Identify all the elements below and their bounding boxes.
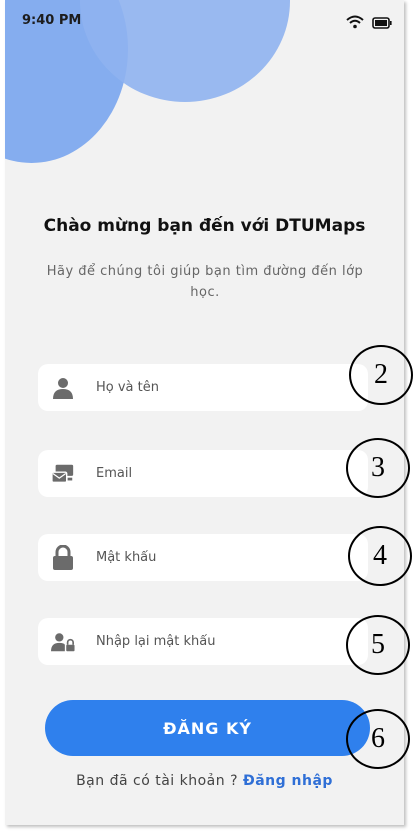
password-input[interactable] [94, 549, 318, 566]
user-lock-icon [51, 630, 75, 654]
login-prompt: Bạn đã có tài khoản ? Đăng nhập [5, 773, 404, 789]
phone-screen: 9:40 PM Chào mừng bạn đến với DTUMaps Hã… [5, 0, 404, 825]
email-input[interactable] [94, 465, 318, 482]
register-button[interactable]: ĐĂNG KÝ [45, 700, 370, 756]
annotation-2: 2 [349, 345, 413, 405]
password-field[interactable] [38, 534, 368, 581]
email-card-icon [51, 462, 75, 486]
wifi-icon [346, 14, 364, 33]
user-icon [51, 376, 75, 400]
annotation-4: 4 [348, 526, 412, 586]
welcome-title: Chào mừng bạn đến với DTUMaps [43, 216, 366, 236]
status-time: 9:40 PM [22, 13, 82, 28]
fullname-field[interactable] [38, 364, 368, 411]
login-prompt-text: Bạn đã có tài khoản ? [76, 773, 239, 789]
welcome-subtitle: Hãy để chúng tôi giúp bạn tìm đường đến … [46, 264, 364, 300]
annotation-6: 6 [346, 709, 410, 769]
annotation-5: 5 [346, 615, 410, 675]
battery-icon [372, 14, 392, 33]
fullname-input[interactable] [94, 379, 318, 396]
confirm-password-field[interactable] [38, 618, 368, 665]
login-link[interactable]: Đăng nhập [243, 773, 333, 789]
confirm-password-input[interactable] [94, 633, 318, 650]
status-icons [346, 14, 392, 33]
email-field[interactable] [38, 450, 368, 497]
annotation-3: 3 [346, 438, 410, 498]
lock-icon [51, 544, 75, 570]
